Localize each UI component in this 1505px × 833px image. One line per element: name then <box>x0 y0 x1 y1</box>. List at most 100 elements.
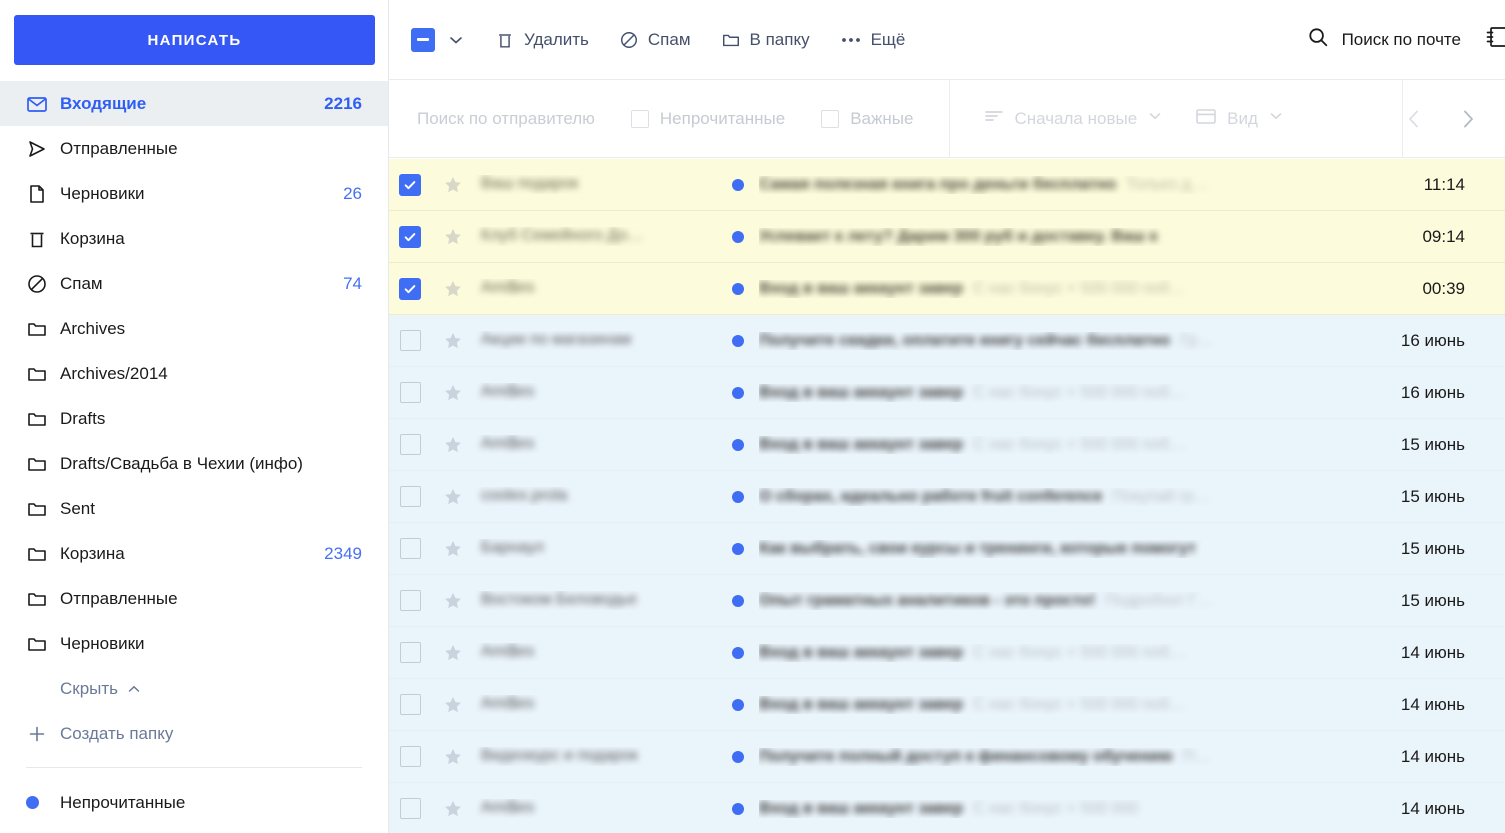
message-sender: Акции по магазинам <box>481 331 632 349</box>
sidebar-item-sent-folder[interactable]: Sent <box>0 486 388 531</box>
message-star-button[interactable] <box>431 746 475 768</box>
message-star-button[interactable] <box>431 434 475 456</box>
sidebar-item-sent-folder-2[interactable]: Отправленные <box>0 576 388 621</box>
sort-label: Сначала новые <box>1014 108 1138 128</box>
sender-search-input[interactable]: Поиск по отправителю <box>417 109 595 129</box>
sidebar-item-sent[interactable]: Отправленные <box>0 126 388 171</box>
message-row[interactable]: Барнаул Как выбрать, свои курсы и тренинг… <box>389 523 1505 575</box>
sidebar-item-drafts-wedding[interactable]: Drafts/Свадьба в Чехии (инфо) <box>0 441 388 486</box>
message-star-button[interactable] <box>431 330 475 352</box>
sort-dropdown[interactable]: Сначала новые <box>984 108 1163 129</box>
message-sender: Аmi$еs <box>481 799 535 817</box>
next-page-button[interactable] <box>1457 107 1479 131</box>
message-sender: Аmi$еs <box>481 643 535 661</box>
filter-important-checkbox[interactable]: Важные <box>821 109 913 129</box>
message-subject: Как выбрать, свои курсы и тренинги, кото… <box>759 539 1196 557</box>
sidebar-item-count: 2216 <box>324 93 362 113</box>
message-sender: Аmi$еs <box>481 383 535 401</box>
sidebar-item-archives[interactable]: Archives <box>0 306 388 351</box>
sidebar-item-archives-2014[interactable]: Archives/2014 <box>0 351 388 396</box>
message-checkbox[interactable] <box>389 382 431 403</box>
message-checkbox[interactable] <box>389 330 431 351</box>
view-label: Вид <box>1227 108 1258 128</box>
message-star-button[interactable] <box>431 382 475 404</box>
message-row[interactable]: Клуб Семейного До… Успевает к лету? Дарим… <box>389 211 1505 263</box>
message-checkbox[interactable] <box>389 277 431 300</box>
search-mail-button[interactable]: Поиск по почте <box>1307 26 1461 53</box>
message-checkbox[interactable] <box>389 173 431 196</box>
message-row[interactable]: Ваш подарок Самая полезная книга про день… <box>389 159 1505 211</box>
unread-dot-icon <box>732 542 744 555</box>
message-checkbox[interactable] <box>389 642 431 663</box>
message-star-button[interactable] <box>431 226 475 248</box>
sidebar-item-drafts-folder[interactable]: Drafts <box>0 396 388 441</box>
message-list[interactable]: Ваш подарок Самая полезная книга про день… <box>389 159 1505 833</box>
message-checkbox[interactable] <box>389 746 431 767</box>
message-star-button[interactable] <box>431 278 475 300</box>
previous-page-button[interactable] <box>1403 107 1425 131</box>
sidebar-item-drafts[interactable]: Черновики 26 <box>0 171 388 216</box>
message-date: 15 июнь <box>1400 434 1465 454</box>
sidebar-item-count: 2349 <box>324 543 362 563</box>
sidebar-item-inbox[interactable]: Входящие 2216 <box>0 81 388 126</box>
message-row[interactable]: Аmi$еs Вход в ваш аккаунт завер С нас бону… <box>389 679 1505 731</box>
pagination-controls <box>1403 107 1505 131</box>
contacts-button[interactable] <box>1483 23 1505 56</box>
create-folder-button[interactable]: Создать папку <box>0 711 388 757</box>
hide-folders-button[interactable]: Скрыть <box>0 666 388 711</box>
message-row[interactable]: Видеокурс и подарок Получите полный досту… <box>389 731 1505 783</box>
folder-icon <box>26 633 54 655</box>
message-subject: Вход в ваш аккаунт завер С нас бонус + 50… <box>759 279 1186 297</box>
unread-dot-icon <box>732 386 744 399</box>
message-checkbox[interactable] <box>389 798 431 819</box>
star-icon <box>442 798 464 820</box>
message-sender: Клуб Семейного До… <box>481 227 644 245</box>
sidebar-item-drafts-folder-2[interactable]: Черновики <box>0 621 388 666</box>
message-checkbox[interactable] <box>389 590 431 611</box>
chevron-down-icon[interactable] <box>447 31 465 49</box>
delete-button[interactable]: Удалить <box>495 30 589 50</box>
view-dropdown[interactable]: Вид <box>1195 107 1284 131</box>
message-star-button[interactable] <box>431 590 475 612</box>
main-panel: Удалить Спам В папку Ещё Поиск по почте … <box>389 0 1505 833</box>
sidebar-item-trash-folder[interactable]: Корзина 2349 <box>0 531 388 576</box>
unread-tag-label: Непрочитанные <box>60 792 186 812</box>
message-date: 16 июнь <box>1400 330 1465 350</box>
message-row[interactable]: Аmi$еs Вход в ваш аккаунт завер С нас бону… <box>389 367 1505 419</box>
sidebar-item-unread-tag[interactable]: Непрочитанные <box>0 780 388 825</box>
message-star-button[interactable] <box>431 694 475 716</box>
message-checkbox[interactable] <box>389 694 431 715</box>
message-row[interactable]: Аmi$еs Вход в ваш аккаунт завер С нас бону… <box>389 419 1505 471</box>
message-row[interactable]: Акции по магазинам Получите скидки, оплат… <box>389 315 1505 367</box>
filter-unread-checkbox[interactable]: Непрочитанные <box>630 109 785 129</box>
message-row[interactable]: Аmi$еs Вход в ваш аккаунт завер С нас бону… <box>389 627 1505 679</box>
message-row[interactable]: Аmi$еs Вход в ваш аккаунт завер С нас бону… <box>389 263 1505 315</box>
message-star-button[interactable] <box>431 798 475 820</box>
message-row[interactable]: Востоком Беловодье Опыт граматных аналити… <box>389 575 1505 627</box>
message-checkbox[interactable] <box>389 538 431 559</box>
message-subject: Вход в ваш аккаунт завер С нас бонус + 50… <box>759 799 1139 817</box>
message-star-button[interactable] <box>431 174 475 196</box>
message-row[interactable]: coolex.prola О сборах, идеально работе fr… <box>389 471 1505 523</box>
message-checkbox[interactable] <box>389 486 431 507</box>
message-star-button[interactable] <box>431 642 475 664</box>
sidebar-item-label: Drafts/Свадьба в Чехии (инфо) <box>60 453 303 473</box>
select-all-checkbox[interactable] <box>411 27 465 52</box>
unread-dot-icon <box>732 646 744 659</box>
sidebar-item-label: Drafts <box>60 408 106 428</box>
create-folder-label: Создать папку <box>60 724 174 743</box>
message-row[interactable]: Аmi$еs Вход в ваш аккаунт завер С нас бону… <box>389 783 1505 833</box>
message-checkbox[interactable] <box>389 225 431 248</box>
move-to-folder-button[interactable]: В папку <box>721 30 810 50</box>
star-icon <box>442 538 464 560</box>
message-checkbox[interactable] <box>389 434 431 455</box>
star-icon <box>442 694 464 716</box>
compose-button[interactable]: НАПИСАТЬ <box>14 15 375 65</box>
message-date: 11:14 <box>1423 174 1465 194</box>
sidebar-item-trash[interactable]: Корзина <box>0 216 388 261</box>
spam-button[interactable]: Спам <box>619 30 691 50</box>
message-star-button[interactable] <box>431 538 475 560</box>
more-button[interactable]: Ещё <box>840 30 905 50</box>
sidebar-item-spam[interactable]: Спам 74 <box>0 261 388 306</box>
message-star-button[interactable] <box>431 486 475 508</box>
